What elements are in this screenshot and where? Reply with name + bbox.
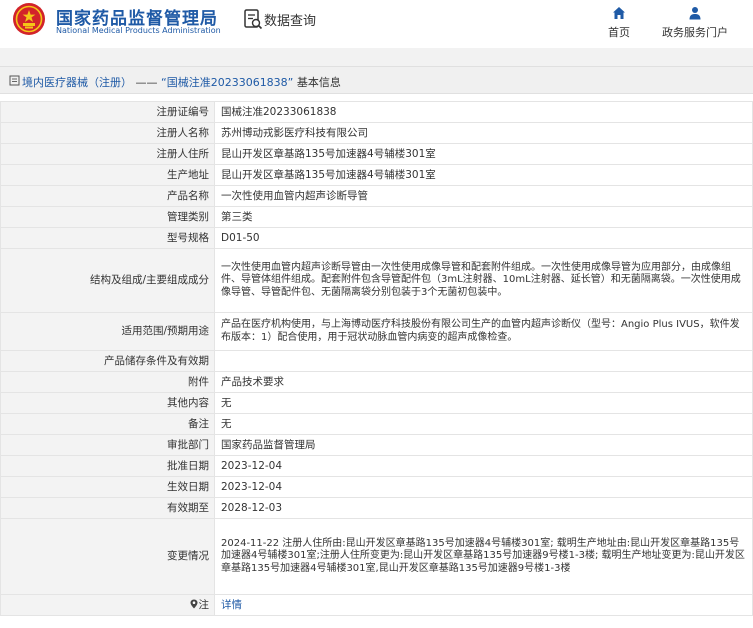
header-gap bbox=[0, 48, 753, 66]
field-label: 型号规格 bbox=[0, 227, 215, 249]
field-value: 无 bbox=[214, 413, 753, 435]
national-emblem-icon bbox=[13, 3, 45, 35]
field-value: 2023-12-04 bbox=[214, 455, 753, 477]
table-row: 其他内容 无 bbox=[0, 392, 753, 414]
brand-name-en: National Medical Products Administration bbox=[56, 26, 221, 35]
field-value: D01-50 bbox=[214, 227, 753, 249]
nav-home-label: 首页 bbox=[608, 26, 630, 39]
breadcrumb-text: 境内医疗器械（注册） —— “国械注准20233061838” 基本信息 bbox=[22, 74, 341, 90]
nav-gov-service-label: 政务服务门户 bbox=[662, 26, 728, 39]
table-row: 变更情况 2024-11-22 注册人住所由:昆山开发区章基路135号加速器4号… bbox=[0, 518, 753, 595]
note-value-cell: 详情 bbox=[214, 594, 753, 616]
field-value: 2028-12-03 bbox=[214, 497, 753, 519]
breadcrumb-separator: —— bbox=[135, 76, 158, 89]
field-label: 其他内容 bbox=[0, 392, 215, 414]
table-row: 管理类别 第三类 bbox=[0, 206, 753, 228]
field-value: 昆山开发区章基路135号加速器4号辅楼301室 bbox=[214, 143, 753, 165]
table-row: 备注 无 bbox=[0, 413, 753, 435]
nav-home[interactable]: 首页 bbox=[604, 6, 634, 40]
breadcrumb-category-link[interactable]: 境内医疗器械（注册） bbox=[22, 76, 132, 89]
table-row: 注 详情 bbox=[0, 594, 753, 616]
note-label: 注 bbox=[198, 598, 210, 611]
details-link[interactable]: 详情 bbox=[221, 599, 242, 611]
field-value: 国家药品监督管理局 bbox=[214, 434, 753, 456]
field-value bbox=[214, 350, 753, 372]
document-icon bbox=[9, 75, 20, 86]
section-title: 数据查询 bbox=[264, 14, 317, 29]
field-label: 注册证编号 bbox=[0, 101, 215, 123]
breadcrumb: 境内医疗器械（注册） —— “国械注准20233061838” 基本信息 bbox=[0, 66, 753, 94]
field-label: 备注 bbox=[0, 413, 215, 435]
field-value: 无 bbox=[214, 392, 753, 414]
field-value: 产品技术要求 bbox=[214, 371, 753, 393]
breadcrumb-suffix: 基本信息 bbox=[296, 76, 341, 89]
note-label-cell: 注 bbox=[0, 594, 215, 616]
field-value: 一次性使用血管内超声诊断导管 bbox=[214, 185, 753, 207]
field-label: 批准日期 bbox=[0, 455, 215, 477]
field-label: 管理类别 bbox=[0, 206, 215, 228]
field-value: 昆山开发区章基路135号加速器4号辅楼301室 bbox=[214, 164, 753, 186]
field-label: 有效期至 bbox=[0, 497, 215, 519]
field-label: 结构及组成/主要组成成分 bbox=[0, 248, 215, 313]
table-row: 有效期至 2028-12-03 bbox=[0, 497, 753, 519]
location-pin-icon bbox=[190, 599, 197, 608]
field-value: 苏州博动戎影医疗科技有限公司 bbox=[214, 122, 753, 144]
table-row: 产品储存条件及有效期 bbox=[0, 350, 753, 372]
nav-gov-service-portal[interactable]: 政务服务门户 bbox=[655, 6, 735, 40]
field-value: 产品在医疗机构使用，与上海博动医疗科技股份有限公司生产的血管内超声诊断仪（型号：… bbox=[214, 312, 753, 351]
field-label: 注册人名称 bbox=[0, 122, 215, 144]
table-row: 注册证编号 国械注准20233061838 bbox=[0, 101, 753, 123]
table-row: 批准日期 2023-12-04 bbox=[0, 455, 753, 477]
table-row: 注册人名称 苏州博动戎影医疗科技有限公司 bbox=[0, 122, 753, 144]
breadcrumb-registration-number: “国械注准20233061838” bbox=[161, 76, 294, 89]
table-row: 适用范围/预期用途 产品在医疗机构使用，与上海博动医疗科技股份有限公司生产的血管… bbox=[0, 312, 753, 351]
field-value: 2024-11-22 注册人住所由:昆山开发区章基路135号加速器4号辅楼301… bbox=[214, 518, 753, 595]
field-value: 2023-12-04 bbox=[214, 476, 753, 498]
field-label: 注册人住所 bbox=[0, 143, 215, 165]
field-value: 国械注准20233061838 bbox=[214, 101, 753, 123]
field-value: 第三类 bbox=[214, 206, 753, 228]
home-icon bbox=[613, 7, 625, 19]
field-label: 附件 bbox=[0, 371, 215, 393]
table-row: 结构及组成/主要组成成分 一次性使用血管内超声诊断导管由一次性使用成像导管和配套… bbox=[0, 248, 753, 313]
field-label: 生效日期 bbox=[0, 476, 215, 498]
data-query-icon bbox=[244, 9, 263, 30]
table-row: 生产地址 昆山开发区章基路135号加速器4号辅楼301室 bbox=[0, 164, 753, 186]
table-row: 注册人住所 昆山开发区章基路135号加速器4号辅楼301室 bbox=[0, 143, 753, 165]
table-row: 型号规格 D01-50 bbox=[0, 227, 753, 249]
field-label: 适用范围/预期用途 bbox=[0, 312, 215, 351]
field-value: 一次性使用血管内超声诊断导管由一次性使用成像导管和配套附件组成。一次性使用成像导… bbox=[214, 248, 753, 313]
table-row: 生效日期 2023-12-04 bbox=[0, 476, 753, 498]
table-row: 审批部门 国家药品监督管理局 bbox=[0, 434, 753, 456]
field-label: 审批部门 bbox=[0, 434, 215, 456]
site-header: 国家药品监督管理局 National Medical Products Admi… bbox=[0, 0, 753, 48]
table-row: 附件 产品技术要求 bbox=[0, 371, 753, 393]
registration-detail-table: 注册证编号 国械注准20233061838 注册人名称 苏州博动戎影医疗科技有限… bbox=[0, 101, 753, 616]
field-label: 变更情况 bbox=[0, 518, 215, 595]
field-label: 产品储存条件及有效期 bbox=[0, 350, 215, 372]
field-label: 产品名称 bbox=[0, 185, 215, 207]
field-label: 生产地址 bbox=[0, 164, 215, 186]
user-icon bbox=[689, 7, 701, 20]
table-row: 产品名称 一次性使用血管内超声诊断导管 bbox=[0, 185, 753, 207]
